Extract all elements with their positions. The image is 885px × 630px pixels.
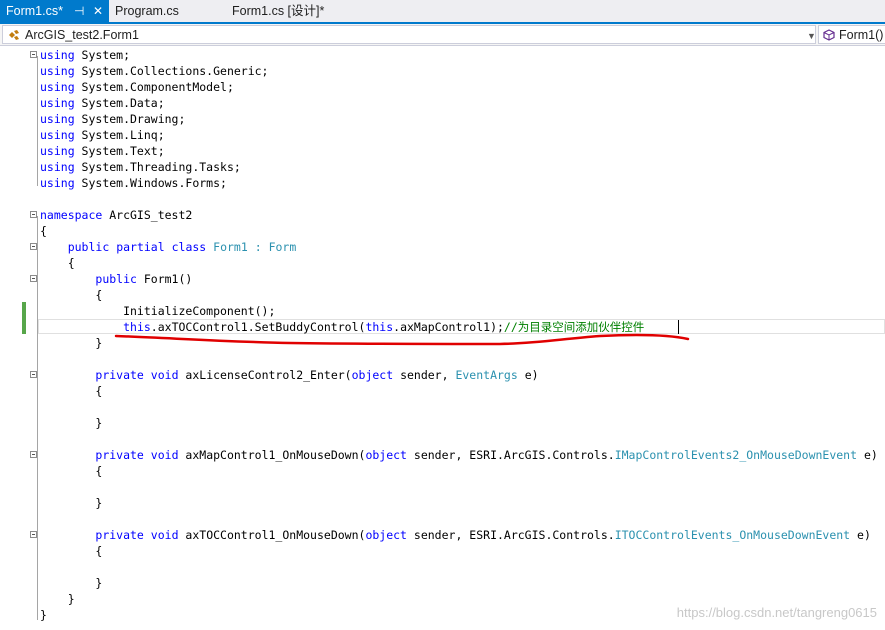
red-underline-annotation (114, 333, 690, 346)
tab-label: Form1.cs* (6, 4, 63, 18)
tab-form1-cs[interactable]: Form1.cs* ⊣ ✕ (0, 0, 109, 22)
class-icon (9, 30, 19, 40)
member-selector-value: Form1() (839, 28, 884, 42)
tab-label: Program.cs (115, 4, 179, 18)
tab-form1-designer[interactable]: Form1.cs [设计]* (226, 0, 366, 22)
code-editor[interactable]: using System; using System.Collections.G… (0, 46, 885, 630)
pin-icon[interactable]: ⊣ (74, 0, 84, 22)
class-selector-dropdown[interactable]: ArcGIS_test2.Form1 ▼ (2, 25, 816, 44)
navigation-bar: ArcGIS_test2.Form1 ▼ Form1() (0, 24, 885, 46)
tab-label: Form1.cs [设计]* (232, 4, 325, 18)
watermark: https://blog.csdn.net/tangreng0615 (676, 605, 877, 620)
member-selector-dropdown[interactable]: Form1() (818, 25, 885, 44)
class-selector-value: ArcGIS_test2.Form1 (25, 28, 139, 42)
document-tab-strip: Form1.cs* ⊣ ✕ Program.cs Form1.cs [设计]* (0, 0, 885, 24)
tab-program-cs[interactable]: Program.cs (109, 0, 226, 22)
close-icon[interactable]: ✕ (93, 0, 103, 22)
chevron-down-icon: ▼ (807, 31, 816, 41)
method-icon (823, 29, 835, 41)
